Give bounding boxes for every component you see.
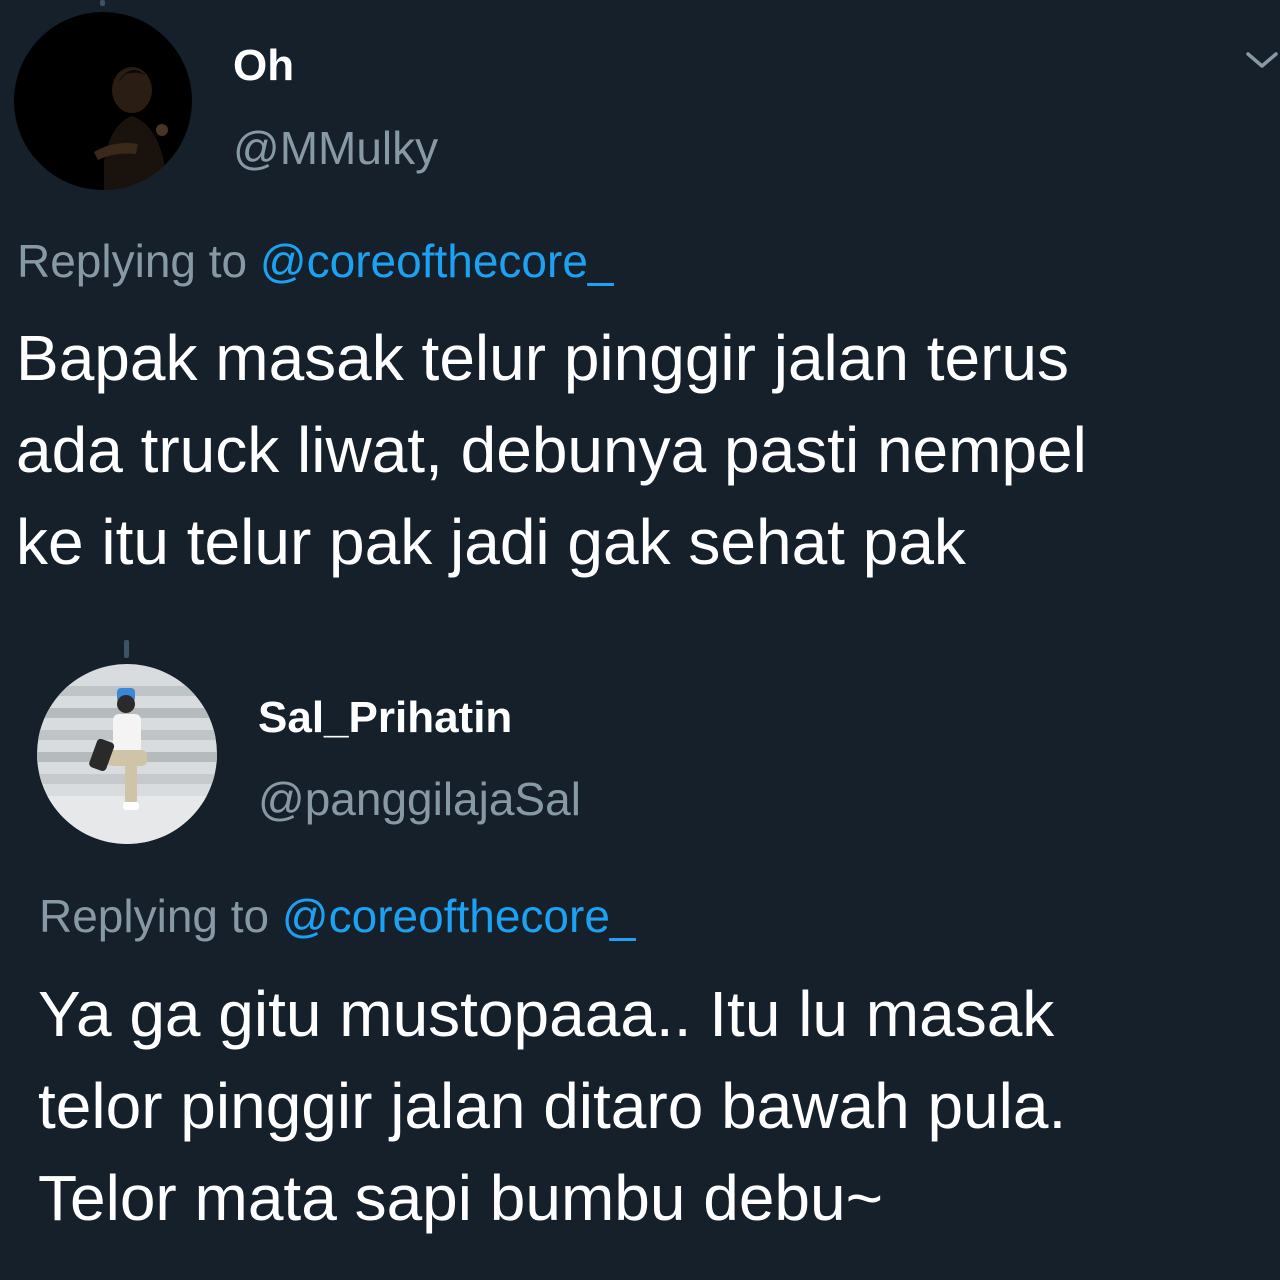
replying-prefix: Replying to [17, 235, 248, 287]
chevron-down-icon[interactable] [1244, 48, 1280, 77]
thread-line-top [100, 0, 105, 6]
thread-line-connector [124, 640, 129, 658]
replying-to: Replying to @coreofthecore_ [17, 238, 613, 284]
mention-link[interactable]: @coreofthecore_ [282, 890, 636, 942]
avatar[interactable] [37, 664, 217, 844]
mention-link[interactable]: @coreofthecore_ [260, 235, 614, 287]
display-name[interactable]: Sal_Prihatin [258, 696, 512, 740]
tweet-text: Ya ga gitu mustopaaa.. Itu lu masak telo… [38, 978, 1067, 1234]
replying-prefix: Replying to [39, 890, 270, 942]
user-handle[interactable]: @MMulky [233, 125, 438, 171]
replying-to: Replying to @coreofthecore_ [39, 893, 635, 939]
display-name[interactable]: Oh [233, 44, 294, 88]
user-handle[interactable]: @panggilajaSal [258, 776, 581, 822]
avatar[interactable] [14, 12, 192, 190]
tweet-text: Bapak masak telur pinggir jalan terus ad… [16, 322, 1087, 578]
